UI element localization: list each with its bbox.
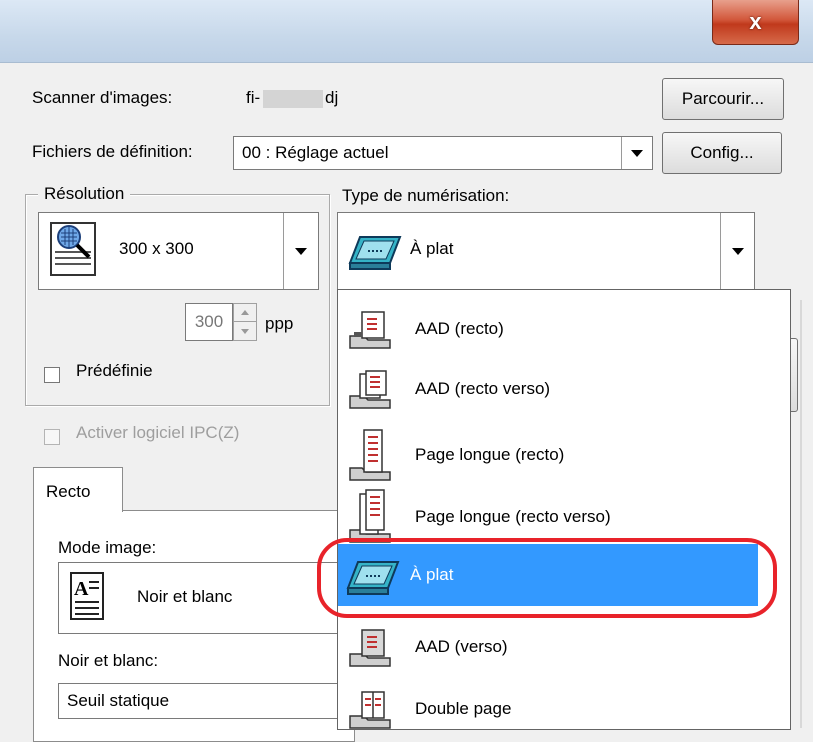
close-button[interactable]: x — [712, 0, 799, 45]
dropdown-option-label: AAD (recto verso) — [415, 379, 551, 398]
image-mode-label: Mode image: — [58, 538, 157, 557]
flatbed-icon — [346, 229, 404, 273]
dropdown-option-adf-back[interactable]: AAD (verso) — [338, 616, 790, 678]
ipc-checkbox[interactable] — [44, 429, 60, 445]
bw-label: Noir et blanc: — [58, 651, 159, 670]
dpi-stepper[interactable] — [233, 303, 257, 341]
tab-recto[interactable]: Recto — [33, 467, 123, 512]
flatbed-icon — [344, 554, 402, 598]
close-icon: x — [749, 9, 762, 34]
scanner-name-suffix: dj — [325, 88, 339, 107]
image-mode-select[interactable]: A Noir et blanc — [58, 562, 350, 634]
resolution-group-title: Résolution — [38, 184, 131, 204]
scan-type-value: À plat — [410, 239, 454, 258]
dropdown-option-flatbed[interactable]: À plat — [338, 544, 758, 606]
dropdown-option-label: AAD (verso) — [415, 637, 508, 656]
predefined-checkbox[interactable] — [44, 367, 60, 383]
scan-type-select[interactable]: À plat — [337, 212, 755, 290]
chevron-down-icon[interactable] — [621, 137, 652, 169]
browse-button[interactable]: Parcourir... — [662, 78, 784, 120]
scanner-name-redacted — [263, 90, 323, 108]
definition-select[interactable]: 00 : Réglage actuel — [233, 136, 653, 170]
right-divider — [800, 300, 802, 728]
long-page-duplex-icon — [348, 488, 396, 544]
scan-type-dropdown: AAD (recto) AAD (recto verso) Page longu… — [337, 289, 791, 730]
dropdown-option-label: Double page — [415, 699, 512, 718]
dropdown-option-adf-duplex[interactable]: AAD (recto verso) — [338, 358, 790, 420]
dropdown-option-adf-front[interactable]: AAD (recto) — [338, 298, 790, 360]
bw-value: Seuil statique — [67, 691, 170, 710]
dpi-unit: ppp — [265, 314, 294, 333]
title-bar — [0, 0, 813, 63]
predefined-label: Prédéfinie — [76, 361, 153, 380]
tab-join — [34, 509, 120, 512]
chevron-down-icon[interactable] — [283, 213, 318, 289]
tab-recto-label: Recto — [46, 482, 91, 501]
dropdown-option-label: Page longue (recto verso) — [415, 507, 611, 526]
dropdown-option-long-page-front[interactable]: Page longue (recto) — [338, 424, 790, 486]
dropdown-option-label: À plat — [410, 565, 454, 584]
config-button[interactable]: Config... — [662, 132, 782, 174]
dropdown-option-double-page[interactable]: Double page — [338, 678, 790, 729]
scanner-name-prefix: fi- — [246, 88, 261, 107]
adf-duplex-icon — [348, 370, 396, 410]
long-page-front-icon — [348, 428, 396, 482]
definition-label: Fichiers de définition: — [32, 142, 193, 161]
scan-type-label: Type de numérisation: — [342, 186, 510, 205]
stepper-down-icon[interactable] — [234, 322, 256, 340]
svg-text:A: A — [74, 578, 89, 600]
dropdown-option-label: AAD (recto) — [415, 319, 504, 338]
resolution-icon — [47, 221, 103, 279]
adf-back-icon — [348, 628, 396, 668]
stepper-up-icon[interactable] — [234, 304, 256, 322]
bw-document-icon: A — [69, 571, 107, 623]
scanner-label: Scanner d'images: — [32, 88, 173, 107]
definition-value: 00 : Réglage actuel — [242, 143, 389, 162]
dpi-input[interactable]: 300 — [185, 303, 233, 341]
dropdown-option-label: Page longue (recto) — [415, 445, 565, 464]
image-mode-value: Noir et blanc — [137, 587, 233, 606]
resolution-select[interactable]: 300 x 300 — [38, 212, 319, 290]
ipc-label: Activer logiciel IPC(Z) — [76, 423, 240, 442]
double-page-icon — [348, 690, 396, 729]
resolution-value: 300 x 300 — [119, 239, 194, 258]
bw-select[interactable]: Seuil statique — [58, 683, 350, 719]
adf-front-icon — [348, 310, 396, 350]
chevron-down-icon[interactable] — [720, 213, 754, 289]
dropdown-option-long-page-duplex[interactable]: Page longue (recto verso) — [338, 486, 790, 548]
